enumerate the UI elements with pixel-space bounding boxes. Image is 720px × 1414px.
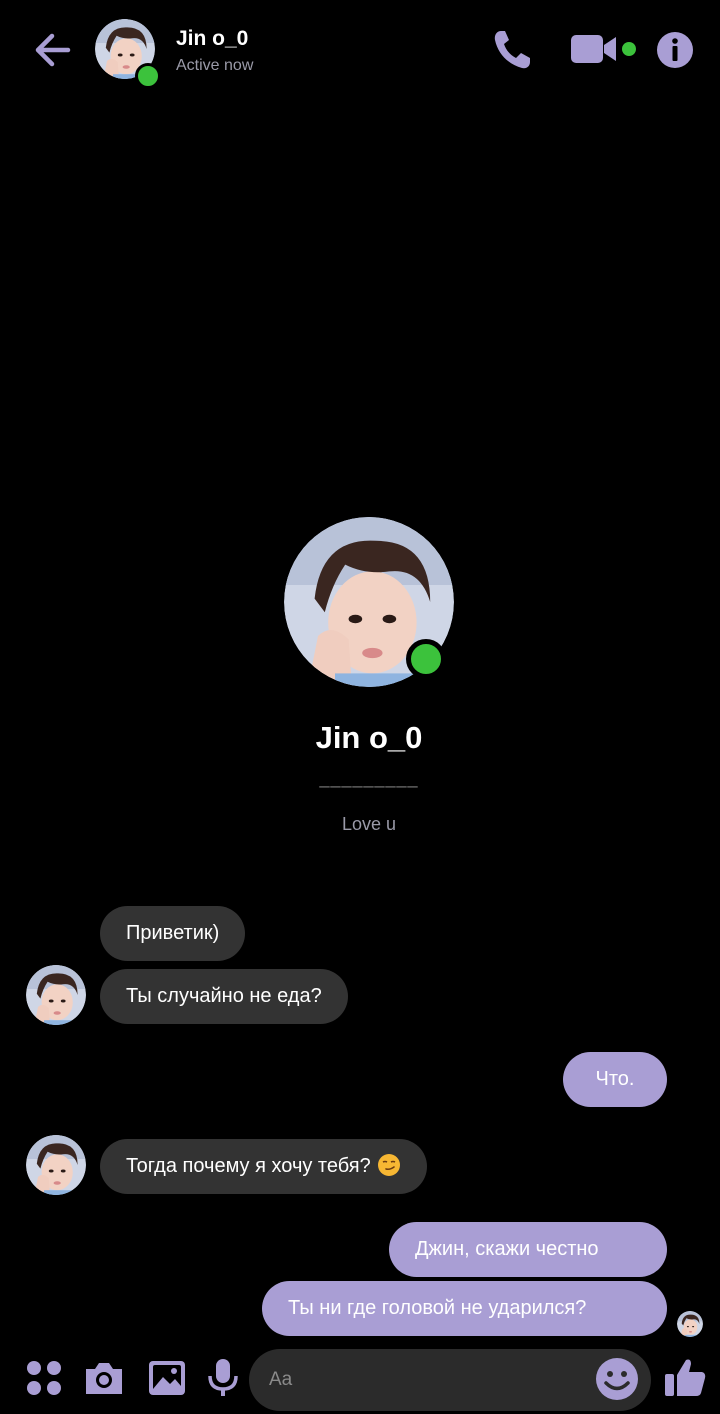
profile-online-indicator xyxy=(406,639,446,679)
profile-bio: Love u xyxy=(341,814,397,834)
message-incoming[interactable]: Ты случайно не еда? xyxy=(100,969,348,1024)
emoji-icon[interactable] xyxy=(594,1356,640,1402)
online-indicator xyxy=(135,63,161,89)
phone-icon[interactable] xyxy=(492,28,532,70)
video-camera-icon[interactable] xyxy=(570,33,620,65)
message-input-placeholder: Aa xyxy=(269,1369,293,1390)
profile-divider: _________ xyxy=(319,768,419,788)
message-incoming[interactable]: Тогда почему я хочу тебя? xyxy=(100,1139,427,1194)
seen-receipt-avatar xyxy=(677,1311,703,1337)
message-incoming[interactable]: Приветик) xyxy=(100,906,246,961)
message-outgoing[interactable]: Что. xyxy=(563,1052,667,1107)
profile-name: Jin o_0 xyxy=(315,720,423,755)
sender-avatar[interactable] xyxy=(26,1135,86,1195)
camera-icon[interactable] xyxy=(82,1356,126,1400)
image-icon[interactable] xyxy=(145,1356,189,1400)
video-online-dot xyxy=(622,42,636,56)
contact-name[interactable]: Jin o_0 xyxy=(176,27,248,51)
message-outgoing[interactable]: Ты ни где головой не ударился? xyxy=(262,1281,667,1336)
message-outgoing[interactable]: Джин, скажи честно xyxy=(389,1222,667,1277)
message-text: Тогда почему я хочу тебя? xyxy=(126,1155,371,1177)
active-status: Active now xyxy=(176,57,254,74)
thumbs-up-icon[interactable] xyxy=(662,1354,708,1400)
message-input[interactable] xyxy=(249,1349,651,1411)
smirk-emoji-icon xyxy=(377,1153,400,1176)
info-icon[interactable] xyxy=(656,31,694,69)
microphone-icon[interactable] xyxy=(201,1356,245,1400)
apps-grid-icon[interactable] xyxy=(22,1356,66,1400)
sender-avatar[interactable] xyxy=(26,965,86,1025)
back-arrow-icon[interactable] xyxy=(30,28,78,72)
